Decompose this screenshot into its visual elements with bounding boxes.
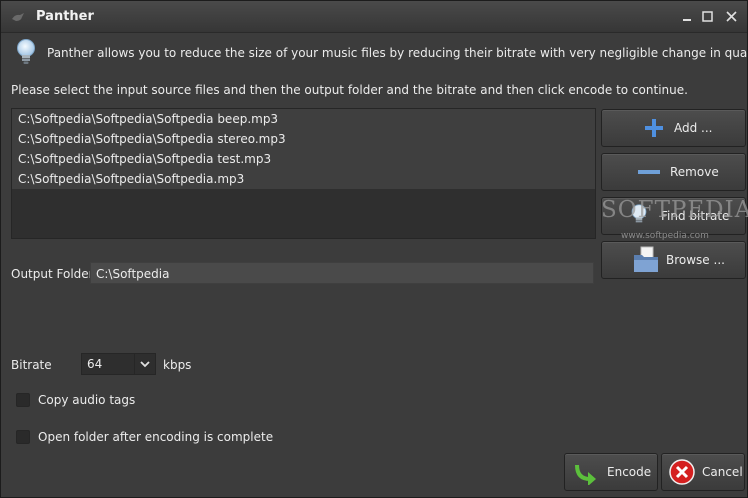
info-text: Panther allows you to reduce the size of… (47, 46, 748, 60)
cancel-x-icon (669, 459, 695, 485)
minimize-icon (683, 19, 691, 21)
open-folder-label: Open folder after encoding is complete (38, 430, 274, 444)
main-window: Panther Panther allows you to reduce the… (0, 0, 748, 498)
browse-button[interactable]: Browse ... (601, 241, 746, 279)
watermark-text: SOFTPEDIA (601, 197, 748, 223)
plus-icon (645, 119, 663, 137)
output-folder-label: Output Folder (11, 267, 94, 281)
bitrate-label: Bitrate (11, 358, 52, 372)
encode-button[interactable]: Encode (564, 453, 658, 491)
list-item[interactable]: C:\Softpedia\Softpedia\Softpedia test.mp… (12, 149, 595, 169)
file-list[interactable]: C:\Softpedia\Softpedia\Softpedia beep.mp… (11, 108, 596, 239)
copy-tags-checkbox[interactable] (16, 393, 30, 407)
remove-button[interactable]: Remove (601, 153, 746, 191)
open-folder-checkbox[interactable] (16, 430, 30, 444)
minus-icon (638, 170, 660, 174)
list-item[interactable]: C:\Softpedia\Softpedia\Softpedia.mp3 (12, 169, 595, 189)
encode-arrow-icon (575, 464, 596, 485)
browse-button-label: Browse ... (666, 253, 725, 267)
chevron-down-icon (140, 361, 150, 368)
maximize-icon (701, 10, 713, 22)
lightbulb-icon (17, 39, 35, 64)
cancel-button-label: Cancel (702, 465, 743, 479)
add-button[interactable]: Add ... (601, 109, 746, 147)
open-folder-option[interactable]: Open folder after encoding is complete (16, 430, 273, 444)
list-item[interactable]: C:\Softpedia\Softpedia\Softpedia beep.mp… (12, 109, 595, 129)
window-title: Panther (36, 9, 94, 24)
cancel-button[interactable]: Cancel (661, 453, 745, 491)
dropdown-arrow[interactable] (134, 354, 155, 374)
add-button-label: Add ... (674, 121, 713, 135)
watermark-url: www.softpedia.com (621, 231, 709, 241)
encode-button-label: Encode (607, 465, 652, 479)
copy-tags-label: Copy audio tags (38, 393, 136, 407)
list-item[interactable]: C:\Softpedia\Softpedia\Softpedia stereo.… (12, 129, 595, 149)
maximize-button[interactable] (699, 8, 715, 24)
minimize-button[interactable] (679, 8, 695, 24)
instructions-text: Please select the input source files and… (11, 83, 688, 97)
close-button[interactable] (723, 8, 739, 24)
title-bar[interactable]: Panther (1, 1, 747, 33)
output-folder-field[interactable]: C:\Softpedia (90, 262, 594, 284)
bitrate-value: 64 (87, 357, 103, 371)
panther-app-icon (12, 13, 24, 21)
folder-icon (634, 246, 658, 272)
close-icon (725, 10, 737, 22)
bitrate-select[interactable]: 64 (81, 353, 156, 375)
remove-button-label: Remove (670, 165, 719, 179)
bitrate-unit: kbps (163, 358, 192, 372)
copy-tags-option[interactable]: Copy audio tags (16, 393, 135, 407)
